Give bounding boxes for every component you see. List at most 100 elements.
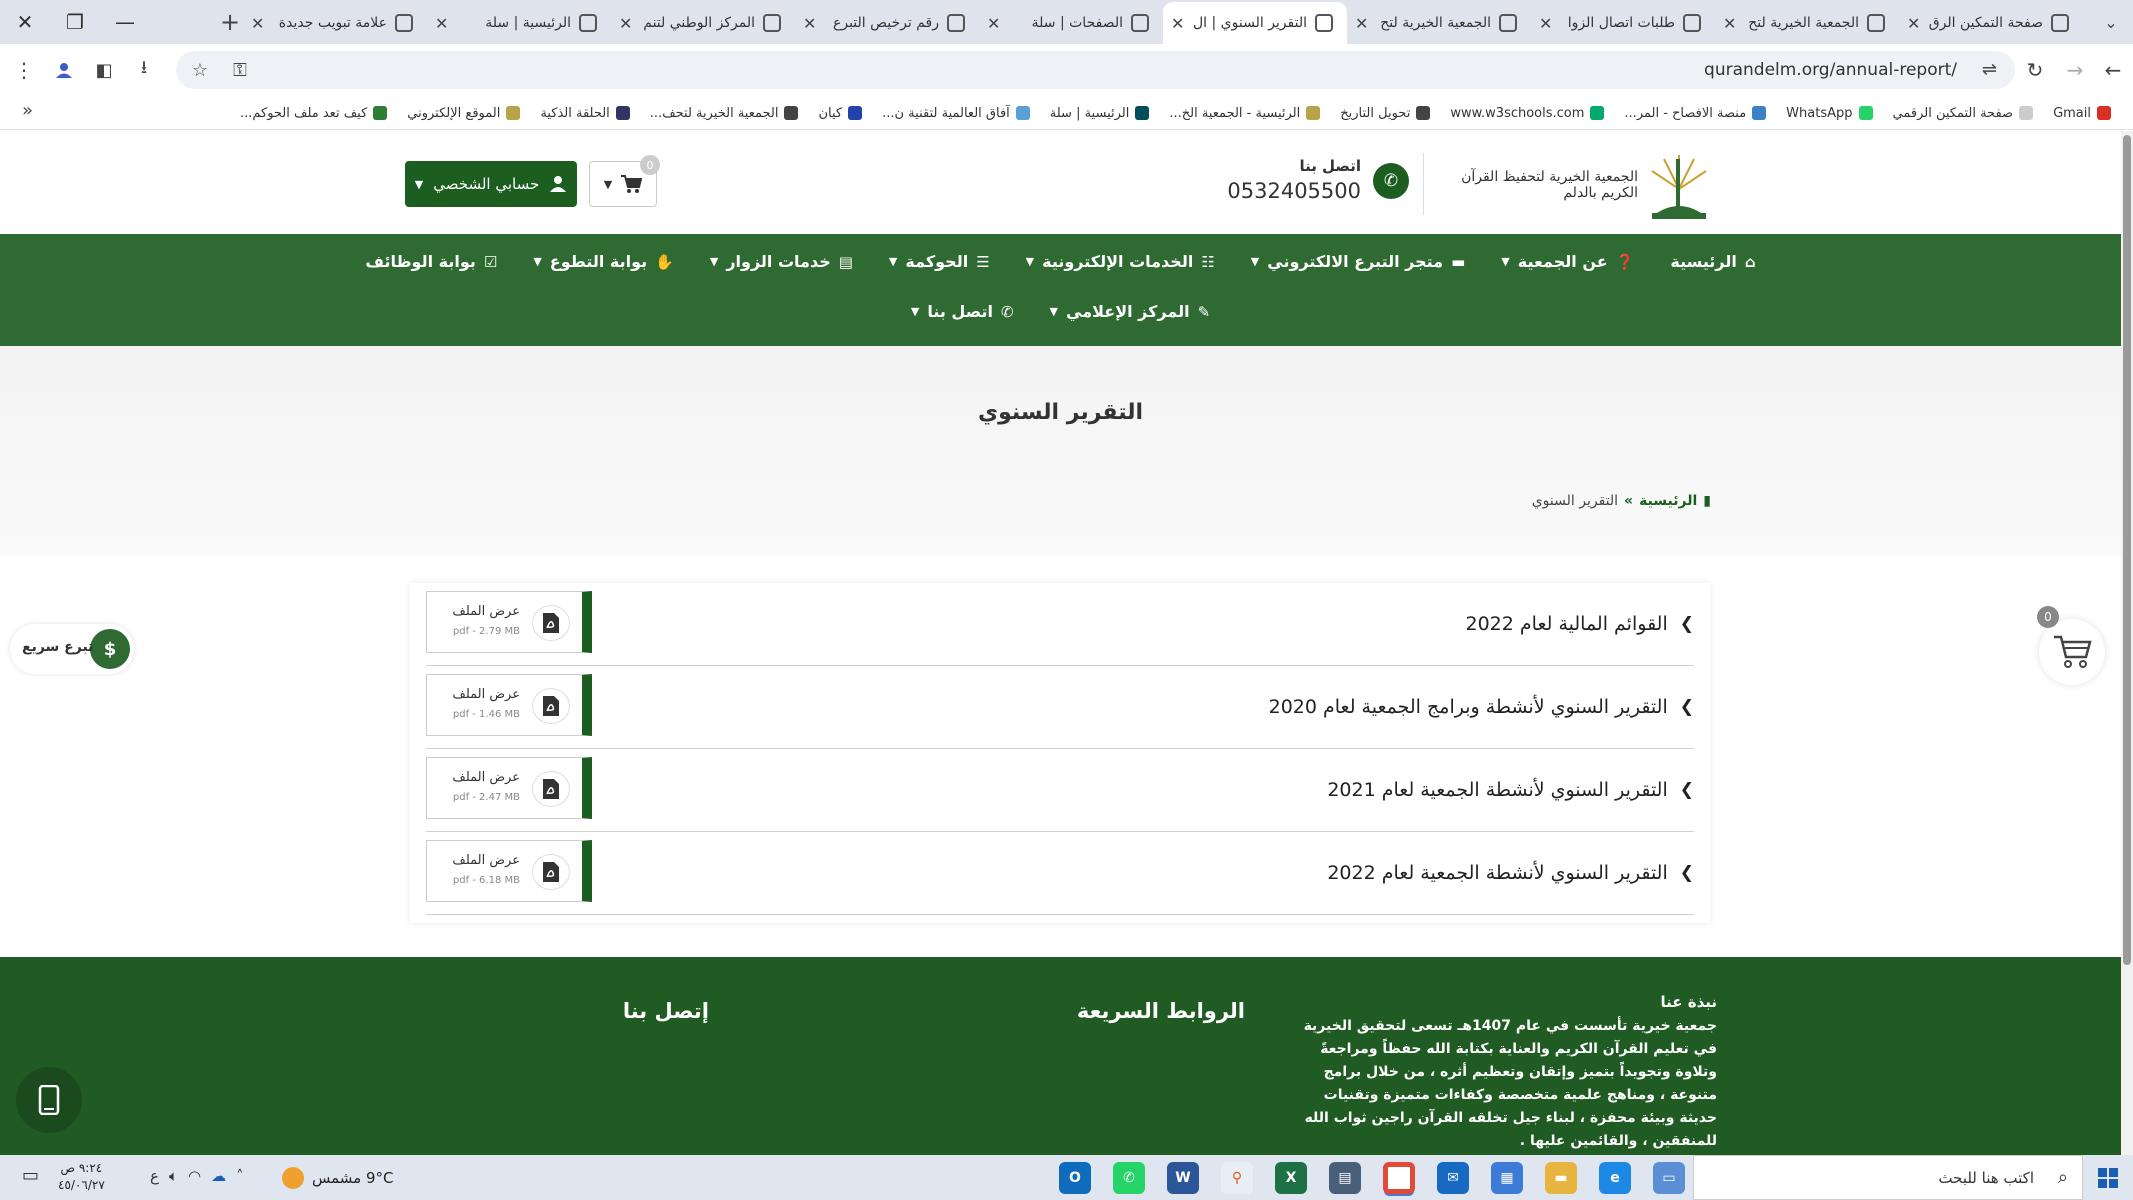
bookmark-item[interactable]: الرئيسية | سلة bbox=[1040, 106, 1160, 121]
contact-phone[interactable]: 0532405500 bbox=[1227, 179, 1361, 203]
task-view-icon[interactable]: ▭ bbox=[1653, 1161, 1685, 1194]
bookmark-item[interactable]: كيف تعد ملف الحوكم... bbox=[230, 106, 397, 121]
side-panel-icon[interactable]: ◧ bbox=[88, 54, 120, 86]
bookmark-item[interactable]: صفحة التمكين الرقمي bbox=[1883, 106, 2044, 121]
report-title[interactable]: ❯ التقرير السنوي لأنشطة وبرامج الجمعية لع… bbox=[1269, 696, 1694, 718]
report-row[interactable]: ❯ التقرير السنوي لأنشطة الجمعية لعام 2022… bbox=[426, 832, 1694, 915]
downloads-icon[interactable]: ⭳ bbox=[128, 54, 160, 86]
browser-tab[interactable]: المركز الوطني لتنم ✕ bbox=[611, 2, 795, 44]
browser-tab[interactable]: الجمعية الخيرية لتح ✕ bbox=[1715, 2, 1899, 44]
nav-item-jobs-portal[interactable]: ☑ بوابة الوظائف bbox=[365, 252, 497, 271]
my-account-button[interactable]: حسابي الشخصي ▼ bbox=[405, 161, 577, 207]
bookmark-item[interactable]: منصة الافصاح - المر... bbox=[1614, 106, 1776, 121]
view-file-button[interactable]: عرض الملف pdf - 1.46 MB bbox=[426, 674, 592, 736]
restore-window-icon[interactable]: ❐ bbox=[50, 0, 100, 44]
back-icon[interactable]: ← bbox=[2097, 54, 2129, 86]
floating-cart-button[interactable] bbox=[2039, 619, 2105, 685]
view-file-button[interactable]: عرض الملف pdf - 2.79 MB bbox=[426, 591, 592, 653]
weather-widget[interactable]: 9°C مشمس bbox=[282, 1167, 394, 1189]
minimize-window-icon[interactable]: — bbox=[100, 0, 150, 44]
browser-tab[interactable]: صفحة التمكين الرق ✕ bbox=[1899, 2, 2083, 44]
more-bookmarks-icon[interactable]: » bbox=[22, 100, 33, 121]
tab-search-chevron-icon[interactable]: ⌄ bbox=[2089, 0, 2133, 44]
bookmark-item[interactable]: تحويل التاريخ bbox=[1330, 106, 1440, 121]
profile-icon[interactable] bbox=[48, 54, 80, 86]
menu-kebab-icon[interactable]: ⋮ bbox=[8, 54, 40, 86]
close-tab-icon[interactable]: ✕ bbox=[435, 14, 448, 33]
chevron-up-icon[interactable]: ˄ bbox=[236, 1167, 244, 1185]
word-icon[interactable]: W bbox=[1167, 1161, 1199, 1194]
nav-item-about[interactable]: ❓ عن الجمعية ▼ bbox=[1501, 252, 1634, 271]
mail-icon[interactable]: ✉ bbox=[1437, 1161, 1469, 1194]
bookmark-item[interactable]: WhatsApp bbox=[1776, 106, 1882, 121]
nav-item-donation-store[interactable]: ▬ متجر التبرع الالكتروني ▼ bbox=[1251, 252, 1466, 271]
nav-item-volunteer-portal[interactable]: ✋ بوابة التطوع ▼ bbox=[533, 252, 674, 271]
nav-item-governance[interactable]: ☰ الحوكمة ▼ bbox=[889, 252, 990, 271]
windows-start-icon[interactable] bbox=[2083, 1155, 2133, 1200]
file-explorer-icon[interactable]: ▬ bbox=[1545, 1161, 1577, 1194]
search-app-icon[interactable]: ⚲ bbox=[1221, 1161, 1253, 1194]
store-icon[interactable]: ▦ bbox=[1491, 1161, 1523, 1194]
browser-tab[interactable]: التقرير السنوي | ال ✕ bbox=[1163, 2, 1347, 44]
report-title[interactable]: ❯ القوائم المالية لعام 2022 bbox=[1466, 613, 1695, 635]
taskbar-search-box[interactable]: ⌕ اكتب هنا للبحث bbox=[1693, 1155, 2083, 1200]
close-tab-icon[interactable]: ✕ bbox=[1355, 14, 1368, 33]
close-tab-icon[interactable]: ✕ bbox=[251, 14, 264, 33]
calculator-icon[interactable]: ▤ bbox=[1329, 1161, 1361, 1194]
bookmark-item[interactable]: www.w3schools.com bbox=[1440, 106, 1614, 121]
nav-item-visitor-services[interactable]: ▤ خدمات الزوار ▼ bbox=[710, 252, 853, 271]
quick-donate-button[interactable]: $ تبرع سريع bbox=[10, 624, 134, 674]
bookmark-star-icon[interactable]: ☆ bbox=[184, 54, 216, 86]
scrollbar-thumb[interactable] bbox=[2123, 135, 2131, 965]
report-title[interactable]: ❯ التقرير السنوي لأنشطة الجمعية لعام 2022 bbox=[1327, 862, 1694, 884]
view-file-button[interactable]: عرض الملف pdf - 6.18 MB bbox=[426, 840, 592, 902]
close-tab-icon[interactable]: ✕ bbox=[987, 14, 1000, 33]
close-window-icon[interactable]: ✕ bbox=[0, 0, 50, 44]
excel-icon[interactable]: X bbox=[1275, 1161, 1307, 1194]
bookmark-item[interactable]: كيان bbox=[808, 106, 872, 121]
close-tab-icon[interactable]: ✕ bbox=[803, 14, 816, 33]
breadcrumb-home[interactable]: الرئيسية bbox=[1639, 493, 1697, 509]
site-settings-icon[interactable]: ⇌ bbox=[1982, 59, 1997, 80]
page-scrollbar[interactable] bbox=[2121, 131, 2133, 1155]
nav-item-media-center[interactable]: ✎ المركز الإعلامي ▼ bbox=[1050, 302, 1211, 321]
language-indicator[interactable]: ع bbox=[150, 1167, 159, 1185]
whatsapp-icon[interactable]: ✆ bbox=[1113, 1161, 1145, 1194]
wifi-icon[interactable]: ◠ bbox=[188, 1167, 201, 1185]
browser-tab[interactable]: الجمعية الخيرية لتح ✕ bbox=[1347, 2, 1531, 44]
close-tab-icon[interactable]: ✕ bbox=[1907, 14, 1920, 33]
password-key-icon[interactable]: ⚿ bbox=[224, 54, 256, 86]
browser-tab[interactable]: الرئيسية | سلة ✕ bbox=[427, 2, 611, 44]
close-tab-icon[interactable]: ✕ bbox=[1171, 14, 1184, 33]
report-title[interactable]: ❯ التقرير السنوي لأنشطة الجمعية لعام 2021 bbox=[1327, 779, 1694, 801]
chrome-icon[interactable] bbox=[1383, 1161, 1415, 1194]
close-tab-icon[interactable]: ✕ bbox=[619, 14, 632, 33]
url-text[interactable]: qurandelm.org/annual-report/ bbox=[1704, 60, 1957, 80]
bookmark-item[interactable]: Gmail bbox=[2043, 106, 2121, 121]
bookmark-item[interactable]: الموقع الإلكتروني bbox=[397, 106, 530, 121]
browser-tab[interactable]: رقم ترخيص التبرع ✕ bbox=[795, 2, 979, 44]
report-row[interactable]: ❯ التقرير السنوي لأنشطة الجمعية لعام 2021… bbox=[426, 749, 1694, 832]
header-contact[interactable]: اتصل بنا 0532405500 bbox=[1227, 157, 1361, 203]
site-logo[interactable]: الجمعية الخيرية لتحفيظ القرآن الكريم بال… bbox=[1434, 149, 1714, 221]
reload-icon[interactable]: ↻ bbox=[2019, 54, 2051, 86]
report-row[interactable]: ❯ القوائم المالية لعام 2022 عرض الملف pdf -… bbox=[426, 583, 1694, 666]
nav-item-contact[interactable]: ✆ اتصل بنا ▼ bbox=[911, 302, 1014, 321]
bookmark-item[interactable]: آفاق العالمية لتقنية ن... bbox=[872, 106, 1040, 121]
close-tab-icon[interactable]: ✕ bbox=[1723, 14, 1736, 33]
bookmark-item[interactable]: الجمعية الخيرية لتحف... bbox=[640, 106, 809, 121]
address-bar[interactable]: ☆ ⚿ qurandelm.org/annual-report/ ⇌ bbox=[176, 51, 2015, 89]
close-tab-icon[interactable]: ✕ bbox=[1539, 14, 1552, 33]
edge-icon[interactable]: e bbox=[1599, 1161, 1631, 1194]
browser-tab[interactable]: الصفحات | سلة ✕ bbox=[979, 2, 1163, 44]
nav-item-home[interactable]: ⌂ الرئيسية bbox=[1670, 252, 1755, 271]
report-row[interactable]: ❯ التقرير السنوي لأنشطة وبرامج الجمعية لع… bbox=[426, 666, 1694, 749]
nav-item-e-services[interactable]: ☷ الخدمات الإلكترونية ▼ bbox=[1026, 252, 1215, 271]
browser-tab[interactable]: طلبات اتصال الزوا ✕ bbox=[1531, 2, 1715, 44]
browser-tab[interactable]: علامة تبويب جديدة ✕ bbox=[243, 2, 427, 44]
mobile-app-button[interactable] bbox=[16, 1067, 82, 1133]
bookmark-item[interactable]: الحلقة الذكية bbox=[530, 106, 639, 121]
view-file-button[interactable]: عرض الملف pdf - 2.47 MB bbox=[426, 757, 592, 819]
bookmark-item[interactable]: الرئيسية - الجمعية الخ... bbox=[1159, 106, 1330, 121]
notification-icon[interactable]: ▭ bbox=[22, 1165, 39, 1186]
